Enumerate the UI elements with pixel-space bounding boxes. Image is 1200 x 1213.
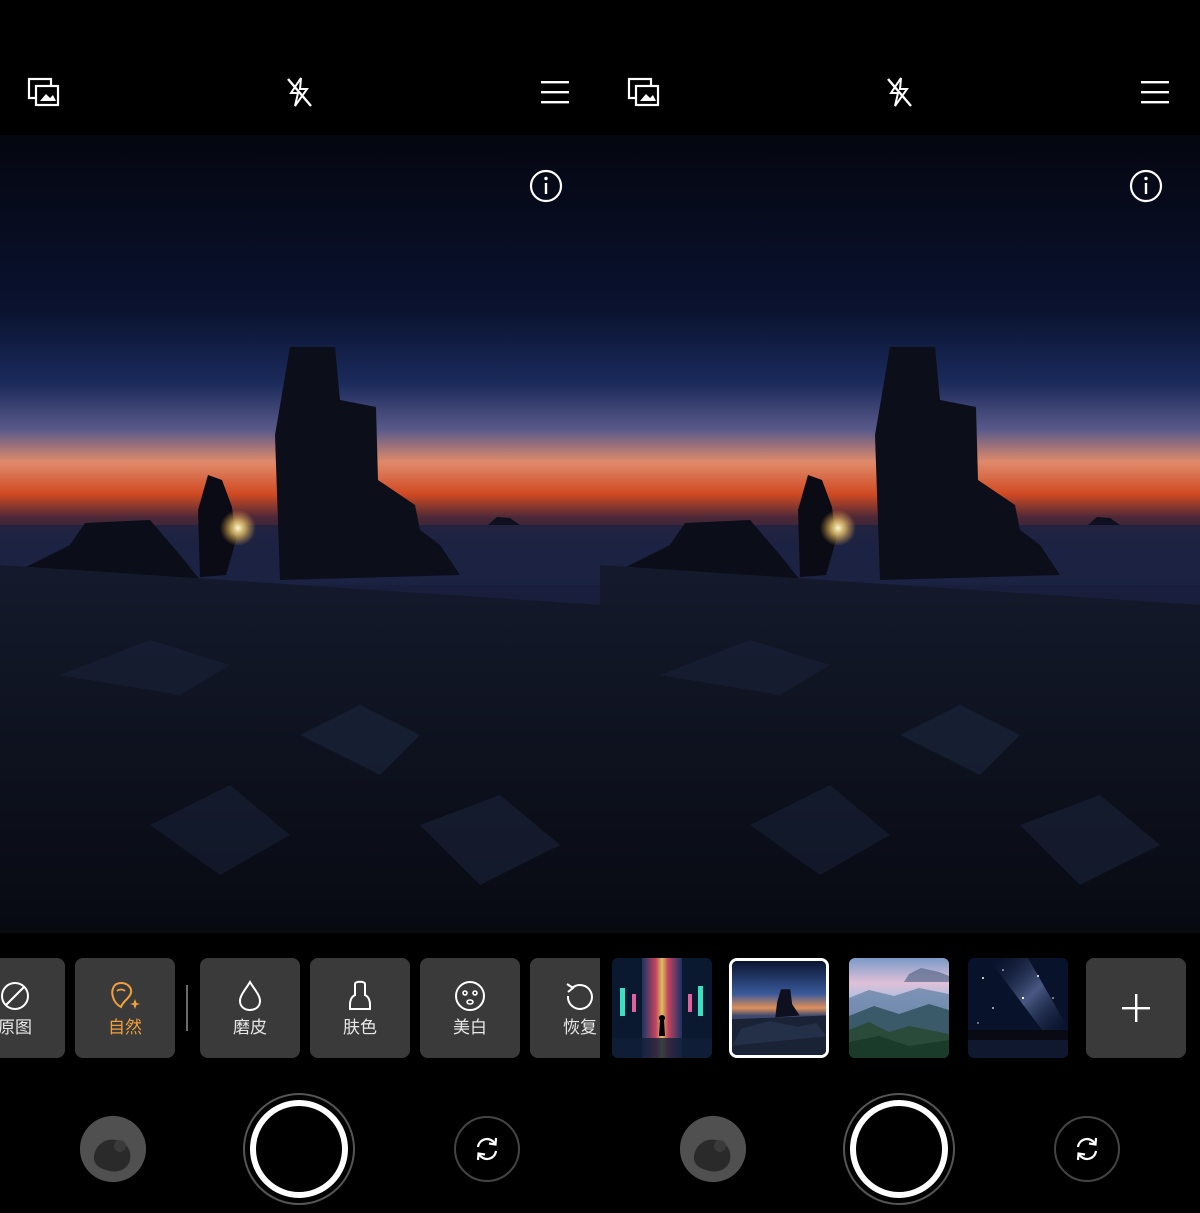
menu-icon xyxy=(541,81,569,104)
shutter-ring xyxy=(850,1100,948,1198)
gallery-overlay-button[interactable] xyxy=(22,70,66,114)
preview-scene xyxy=(600,135,1200,933)
gallery-overlay-icon xyxy=(627,77,660,107)
sunset-rocks-image xyxy=(732,961,826,1055)
switch-camera-button[interactable] xyxy=(454,1116,520,1182)
beauty-option-label: 恢复 xyxy=(563,1018,597,1038)
info-button[interactable] xyxy=(1128,168,1164,204)
add-background-button[interactable] xyxy=(1086,958,1186,1058)
starry-night-image xyxy=(968,958,1068,1058)
beauty-option-whiten[interactable]: 美白 xyxy=(420,958,520,1058)
gallery-thumbnail-button[interactable] xyxy=(680,1116,746,1182)
background-thumbnail-misty-mountains[interactable] xyxy=(849,958,949,1058)
background-thumbnail-starry-night[interactable] xyxy=(968,958,1068,1058)
top-toolbar xyxy=(600,0,1200,135)
gallery-thumbnail xyxy=(80,1116,146,1182)
switch-camera-icon xyxy=(1076,1137,1098,1161)
misty-mountains-image xyxy=(849,958,949,1058)
reset-icon xyxy=(566,983,593,1010)
flash-toggle-button[interactable] xyxy=(877,70,921,114)
beauty-option-label: 美白 xyxy=(453,1018,487,1038)
neon-corridor-image xyxy=(612,958,712,1058)
switch-camera-button[interactable] xyxy=(1054,1116,1120,1182)
beauty-option-reset[interactable]: 恢复 xyxy=(530,958,600,1058)
camera-panel-background xyxy=(600,0,1200,1213)
menu-button[interactable] xyxy=(1133,70,1177,114)
natural-beauty-icon xyxy=(111,981,140,1009)
flash-off-icon xyxy=(287,77,312,107)
face-icon xyxy=(455,981,485,1011)
beauty-option-skin-tone[interactable]: 肤色 xyxy=(310,958,410,1058)
preview-scene xyxy=(0,135,600,933)
droplet-icon xyxy=(238,979,262,1012)
menu-button[interactable] xyxy=(533,70,577,114)
gallery-thumbnail xyxy=(680,1116,746,1182)
option-divider xyxy=(186,985,188,1031)
beauty-option-label: 自然 xyxy=(108,1018,142,1038)
beauty-option-smooth[interactable]: 磨皮 xyxy=(200,958,300,1058)
info-icon xyxy=(1129,169,1163,203)
shutter-button[interactable] xyxy=(243,1093,355,1205)
menu-icon xyxy=(1141,81,1169,104)
beauty-option-label: 肤色 xyxy=(343,1018,377,1038)
beauty-option-label: 原图 xyxy=(0,1018,32,1038)
camera-panel-beauty: 原图 自然 磨皮 肤色 美白 恢复 xyxy=(0,0,600,1213)
beauty-option-label: 磨皮 xyxy=(233,1018,267,1038)
top-toolbar xyxy=(0,0,600,135)
background-thumbnail-sunset-rocks[interactable] xyxy=(729,958,829,1058)
background-thumbnail-neon-corridor[interactable] xyxy=(612,958,712,1058)
camera-preview[interactable] xyxy=(600,135,1200,933)
camera-preview[interactable] xyxy=(0,135,600,933)
beauty-option-original[interactable]: 原图 xyxy=(0,958,65,1058)
gallery-overlay-button[interactable] xyxy=(622,70,666,114)
shutter-button[interactable] xyxy=(843,1093,955,1205)
gallery-overlay-icon xyxy=(27,77,60,107)
switch-camera-icon xyxy=(476,1137,498,1161)
shutter-ring xyxy=(250,1100,348,1198)
info-icon xyxy=(529,169,563,203)
plus-icon xyxy=(1122,994,1150,1022)
beauty-option-natural[interactable]: 自然 xyxy=(75,958,175,1058)
flash-off-icon xyxy=(887,77,912,107)
skin-tone-icon xyxy=(349,980,371,1010)
info-button[interactable] xyxy=(528,168,564,204)
flash-toggle-button[interactable] xyxy=(277,70,321,114)
gallery-thumbnail-button[interactable] xyxy=(80,1116,146,1182)
no-effect-icon xyxy=(1,982,29,1010)
